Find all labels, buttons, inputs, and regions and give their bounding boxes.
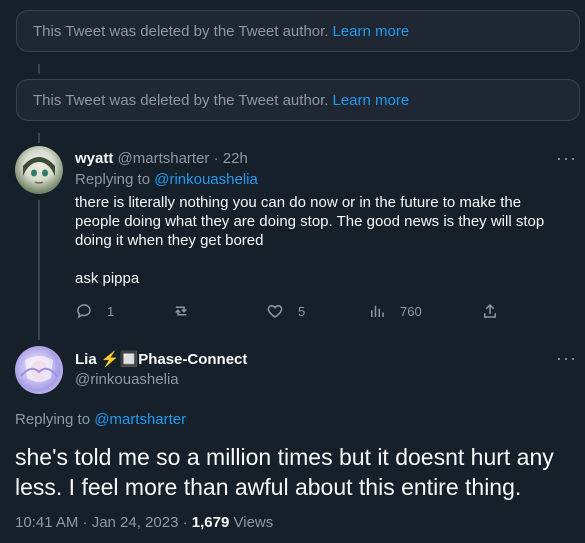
- user-handle[interactable]: @rinkouashelia: [75, 371, 179, 388]
- reply-button[interactable]: 1: [75, 302, 114, 320]
- retweet-button[interactable]: [172, 302, 204, 320]
- learn-more-link[interactable]: Learn more: [332, 92, 409, 109]
- avatar[interactable]: [15, 346, 63, 394]
- avatar[interactable]: [15, 146, 63, 194]
- views-label: Views: [233, 514, 274, 531]
- tweet-text: she's told me so a million times but it …: [15, 444, 554, 500]
- thread-line: [38, 133, 40, 143]
- tweet-meta: 10:41 AM · Jan 24, 2023 · 1,679 Views: [15, 514, 273, 531]
- share-icon: [484, 303, 496, 318]
- learn-more-link[interactable]: Learn more: [332, 23, 409, 40]
- tweet-header: @rinkouashelia: [75, 371, 179, 388]
- tweet-header: wyatt @martsharter · 22h: [75, 150, 248, 167]
- display-name[interactable]: Lia ⚡️🔲Phase-Connect: [75, 351, 247, 368]
- deleted-tweet-notice: This Tweet was deleted by the Tweet auth…: [16, 79, 580, 121]
- deleted-tweet-text: This Tweet was deleted by the Tweet auth…: [33, 22, 329, 40]
- tweet-text-paragraph: ask pippa: [75, 270, 140, 287]
- deleted-tweet-notice: This Tweet was deleted by the Tweet auth…: [16, 10, 580, 52]
- deleted-tweet-text: This Tweet was deleted by the Tweet auth…: [33, 91, 329, 109]
- view-count: 760: [400, 303, 422, 319]
- view-count: 1,679: [191, 514, 230, 531]
- tweet-text: there is literally nothing you can do no…: [75, 193, 565, 288]
- display-name[interactable]: wyatt: [75, 150, 113, 167]
- share-button[interactable]: [481, 302, 513, 320]
- like-button[interactable]: 5: [266, 302, 305, 320]
- heart-icon: [267, 304, 283, 318]
- views-button[interactable]: 760: [368, 302, 422, 320]
- like-count: 5: [298, 303, 306, 319]
- tweet-timestamp[interactable]: 10:41 AM · Jan 24, 2023 ·: [15, 514, 188, 531]
- user-handle[interactable]: @martsharter: [118, 150, 210, 167]
- replying-to: Replying to @martsharter: [15, 411, 186, 428]
- tweet-actions: 1 5 760: [75, 302, 545, 326]
- replying-to-handle[interactable]: @martsharter: [94, 411, 186, 428]
- more-options-icon[interactable]: ···: [556, 148, 577, 169]
- retweet-icon: [175, 306, 187, 316]
- reply-count: 1: [107, 303, 115, 319]
- thread-line: [38, 200, 40, 340]
- separator: ·: [213, 150, 219, 167]
- tweet-header: Lia ⚡️🔲Phase-Connect: [75, 350, 247, 368]
- replying-to-label: Replying to: [15, 411, 91, 428]
- reply-icon: [77, 304, 91, 319]
- more-options-icon[interactable]: ···: [556, 348, 577, 369]
- analytics-icon: [371, 305, 384, 317]
- replying-to-handle[interactable]: @rinkouashelia: [154, 171, 258, 188]
- tweet-time[interactable]: 22h: [223, 150, 248, 167]
- replying-to: Replying to @rinkouashelia: [75, 171, 258, 188]
- replying-to-label: Replying to: [75, 171, 151, 188]
- thread-line: [38, 64, 40, 74]
- tweet-text-paragraph: there is literally nothing you can do no…: [75, 194, 545, 249]
